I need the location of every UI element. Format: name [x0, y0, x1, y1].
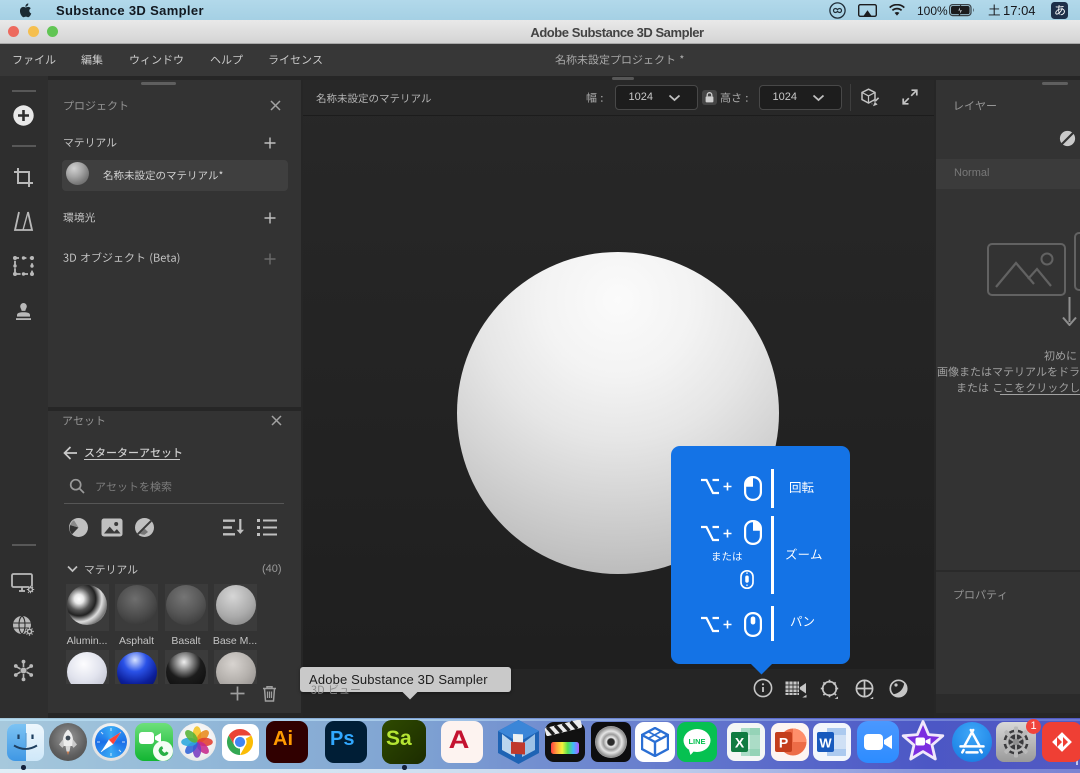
svg-text:P: P	[779, 735, 788, 751]
svg-text:LINE: LINE	[688, 737, 705, 746]
svg-text:X: X	[735, 735, 745, 751]
svg-text:W: W	[819, 736, 832, 751]
